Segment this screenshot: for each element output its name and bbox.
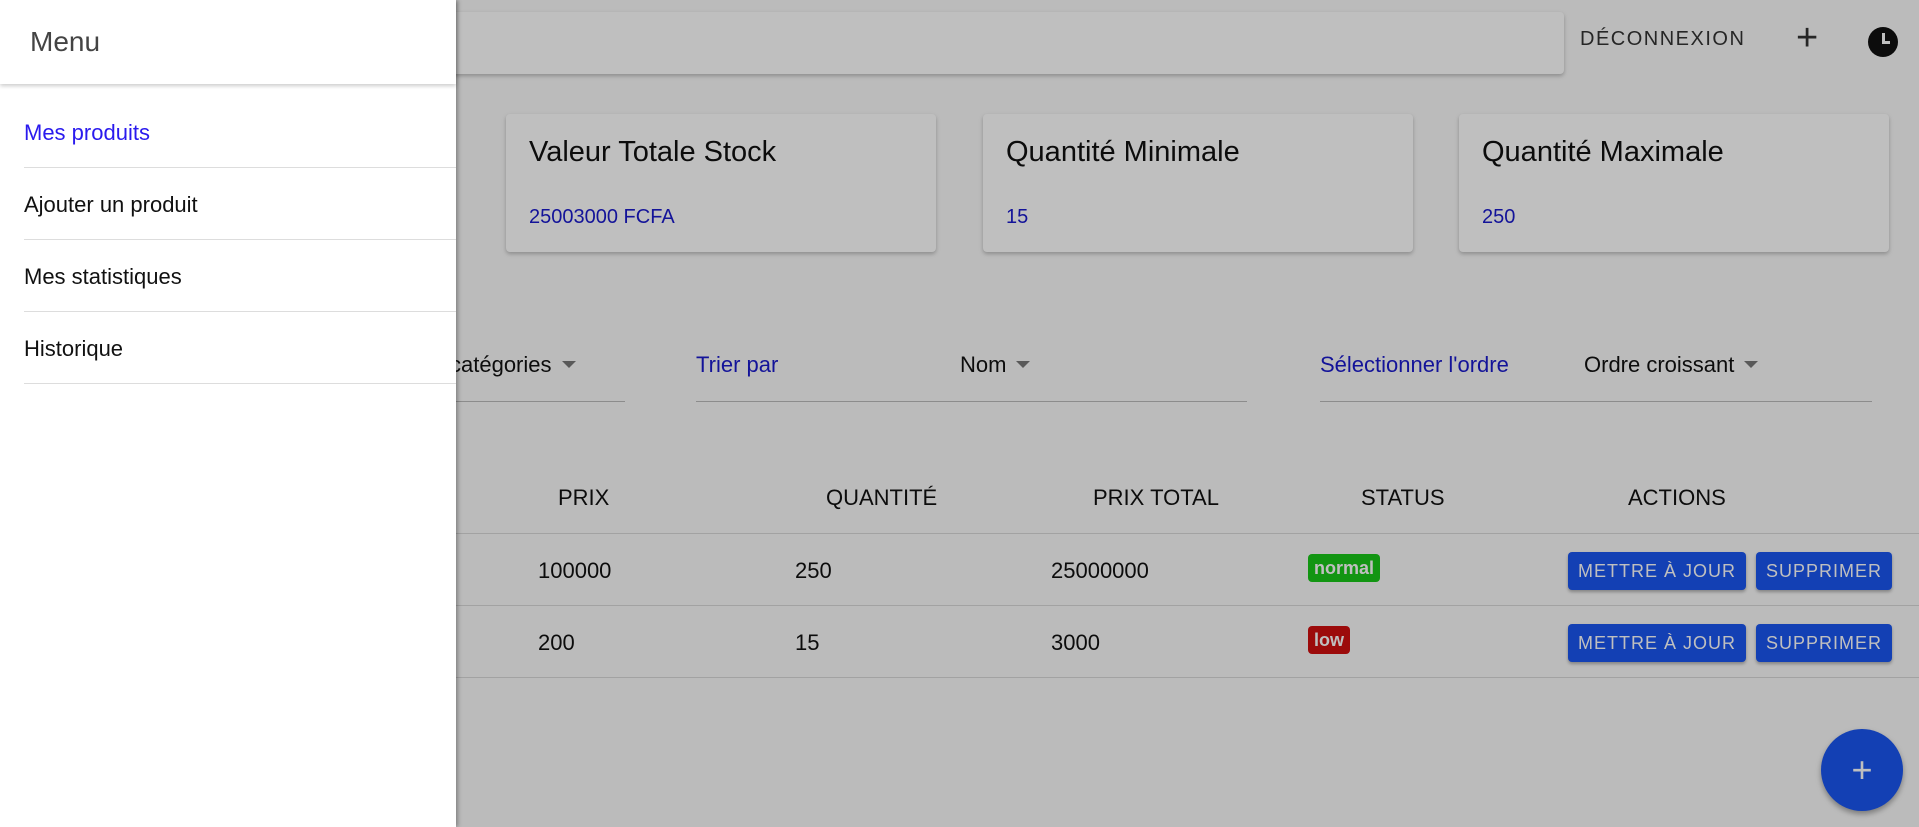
drawer-item-label: Historique xyxy=(24,336,124,361)
drawer-item-historique[interactable]: Historique xyxy=(24,312,456,384)
drawer-header: Menu xyxy=(0,0,456,84)
drawer-item-ajouter-produit[interactable]: Ajouter un produit xyxy=(24,168,456,240)
navigation-drawer: Menu Mes produits Ajouter un produit Mes… xyxy=(0,0,456,827)
drawer-item-statistiques[interactable]: Mes statistiques xyxy=(24,240,456,312)
drawer-item-label: Mes statistiques xyxy=(24,264,182,289)
drawer-item-label: Mes produits xyxy=(24,120,150,145)
drawer-item-mes-produits[interactable]: Mes produits xyxy=(24,96,456,168)
drawer-item-label: Ajouter un produit xyxy=(24,192,198,217)
drawer-title: Menu xyxy=(30,26,101,57)
